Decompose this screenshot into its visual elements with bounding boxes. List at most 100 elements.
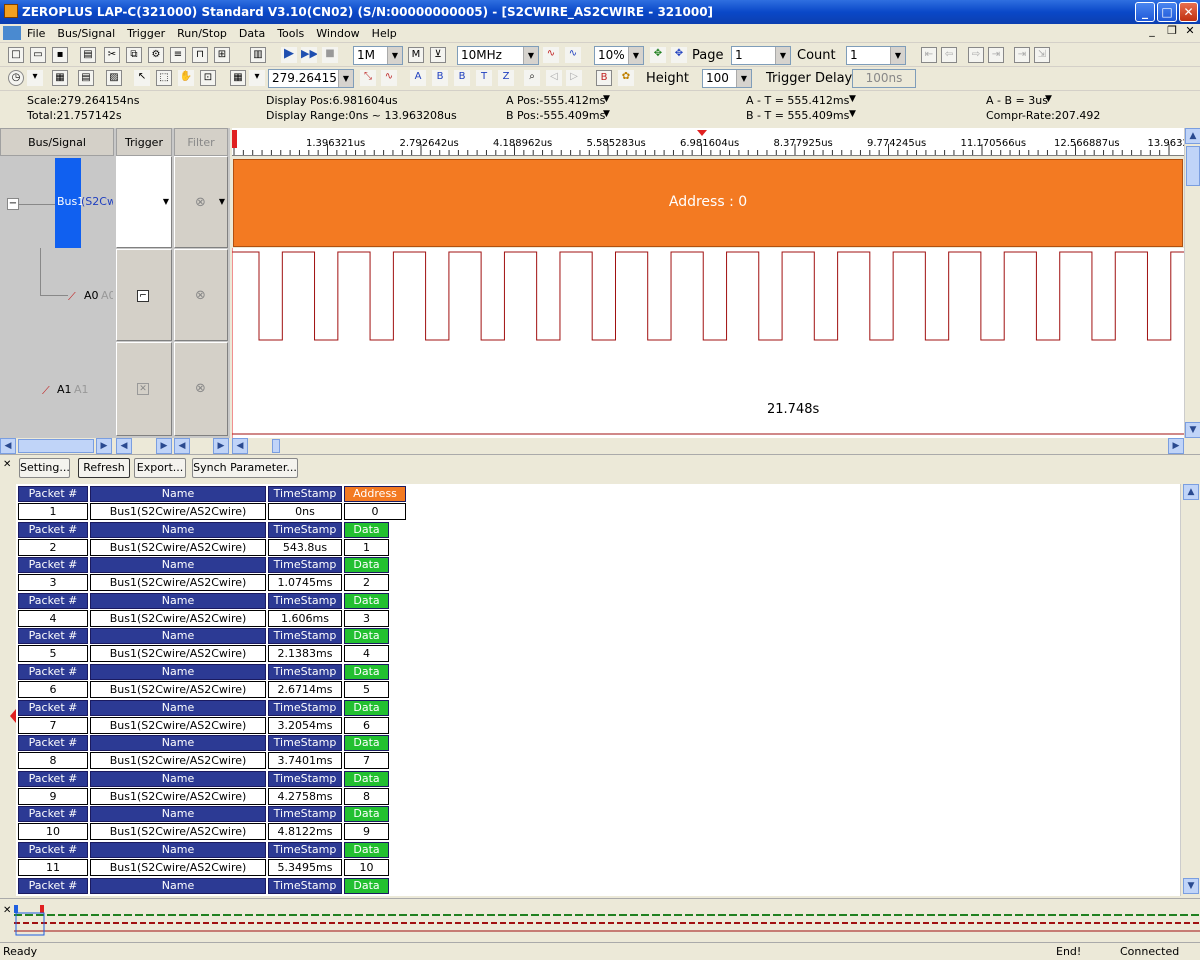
maximize-button[interactable]: □ xyxy=(1157,2,1177,22)
cursor-a-icon[interactable]: A xyxy=(410,70,426,86)
page-select[interactable]: 1 ▼ xyxy=(731,46,791,65)
collapse-toggle[interactable]: − xyxy=(7,198,19,210)
packet-row[interactable]: 7 Bus1(S2Cwire/AS2Cwire) 3.2054ms 6 xyxy=(18,716,391,734)
menu-run-stop[interactable]: Run/Stop xyxy=(171,27,233,40)
menu-tools[interactable]: Tools xyxy=(271,27,310,40)
cursor-t-icon[interactable]: B xyxy=(454,70,470,86)
packet-scroll-up-icon[interactable]: ▲ xyxy=(1183,484,1199,500)
scroll-thumb[interactable] xyxy=(1186,146,1200,186)
filter-cell-a0[interactable]: ⊗ xyxy=(174,249,228,341)
last-page-icon[interactable]: ⇥ xyxy=(1014,47,1030,63)
menu-data[interactable]: Data xyxy=(233,27,271,40)
menu-help[interactable]: Help xyxy=(366,27,403,40)
signal-icon[interactable]: ⊓ xyxy=(192,47,208,63)
wave-scroll-left-icon[interactable]: ◀ xyxy=(232,438,248,454)
trigger-cell-bus1[interactable]: ▼ xyxy=(116,156,172,248)
next-search-icon[interactable]: ⇥ xyxy=(988,47,1004,63)
bus-signal-header[interactable]: Bus/Signal xyxy=(0,128,114,156)
wave-hscroll-thumb[interactable] xyxy=(272,439,280,453)
scroll-down-icon[interactable]: ▼ xyxy=(1185,422,1200,438)
stop-icon[interactable]: ■ xyxy=(322,47,338,63)
count-select[interactable]: 1 ▼ xyxy=(846,46,906,65)
a-pos-dropdown-icon[interactable]: ▼ xyxy=(603,94,610,104)
repeat-run-icon[interactable]: ▶▶ xyxy=(301,47,317,63)
save-icon[interactable]: ▪ xyxy=(52,47,68,63)
mdi-minimize-button[interactable]: _ xyxy=(1144,24,1160,37)
open-folder-icon[interactable]: ▭ xyxy=(30,47,46,63)
packet-row[interactable]: 1 Bus1(S2Cwire/AS2Cwire) 0ns 0 xyxy=(18,503,408,520)
first-page-icon[interactable]: ⇤ xyxy=(921,47,937,63)
clock-wave2-icon[interactable]: ∿ xyxy=(565,47,581,63)
group-icon[interactable]: ⊞ xyxy=(214,47,230,63)
hand-icon[interactable]: ✋ xyxy=(178,70,194,86)
packet-row[interactable]: 6 Bus1(S2Cwire/AS2Cwire) 2.6714ms 5 xyxy=(18,681,391,698)
synch-parameter-button[interactable]: Synch Parameter... xyxy=(192,458,298,478)
packet-row[interactable]: 8 Bus1(S2Cwire/AS2Cwire) 3.7401ms 7 xyxy=(18,752,391,770)
clock-wave-icon[interactable]: ∿ xyxy=(543,47,559,63)
filter-cell-bus1[interactable]: ⊗ ▼ xyxy=(174,156,228,248)
packet-row[interactable]: 3 Bus1(S2Cwire/AS2Cwire) 1.0745ms 2 xyxy=(18,574,391,592)
memory-select[interactable]: 1M ▼ xyxy=(353,46,403,65)
print-icon[interactable]: ▤ xyxy=(80,47,96,63)
cursor-trig-icon[interactable]: T xyxy=(476,70,492,86)
filter-icon[interactable]: ⊻ xyxy=(430,47,446,63)
mdi-restore-button[interactable]: ❐ xyxy=(1164,24,1180,37)
export-button[interactable]: Export... xyxy=(134,458,186,478)
filter-cell-a1[interactable]: ⊗ xyxy=(174,342,228,436)
panel-close-icon[interactable]: ✕ xyxy=(3,459,11,470)
b-pos-dropdown-icon[interactable]: ▼ xyxy=(603,109,610,119)
minimize-button[interactable]: _ xyxy=(1135,2,1155,22)
find-icon[interactable]: ⌕ xyxy=(524,70,540,86)
grid-dropdown-icon[interactable]: ▾ xyxy=(249,70,265,86)
trigger-position-select[interactable]: 10% ▼ xyxy=(594,46,644,65)
bus1-waveform-band[interactable]: Address : 0 xyxy=(233,159,1183,247)
zoom-region-icon[interactable]: ⊡ xyxy=(200,70,216,86)
b-t-dropdown-icon[interactable]: ▼ xyxy=(849,109,856,119)
waveform-vscroll[interactable]: ▲ ▼ xyxy=(1184,128,1200,438)
packet-vscroll[interactable]: ▲ ▼ xyxy=(1180,484,1200,896)
trigger-delay-field[interactable]: 100ns xyxy=(852,69,916,88)
waveform-view-icon[interactable]: ▦ xyxy=(52,70,68,86)
menu-trigger[interactable]: Trigger xyxy=(121,27,171,40)
trigger-scroll-right-icon[interactable]: ▶ xyxy=(156,438,172,454)
packet-row[interactable]: 10 Bus1(S2Cwire/AS2Cwire) 4.8122ms 9 xyxy=(18,823,391,841)
page-end-icon[interactable]: ⇲ xyxy=(1034,47,1050,63)
trigger-scroll-left-icon[interactable]: ◀ xyxy=(116,438,132,454)
filter-scroll-right-icon[interactable]: ▶ xyxy=(213,438,229,454)
refresh-button[interactable]: Refresh xyxy=(78,458,130,478)
copy-icon[interactable]: ⧉ xyxy=(126,47,142,63)
device-icon[interactable]: ▥ xyxy=(250,47,266,63)
signal-hscroll-thumb[interactable] xyxy=(18,439,94,453)
bus-add-icon[interactable]: B xyxy=(596,70,612,86)
waveform-area[interactable]: 21.748s xyxy=(232,248,1184,438)
color-icon[interactable]: ✿ xyxy=(618,70,634,86)
scroll-up-icon[interactable]: ▲ xyxy=(1185,128,1200,144)
trigger-cell-a1[interactable]: ✕ xyxy=(116,342,172,436)
packet-row[interactable]: 5 Bus1(S2Cwire/AS2Cwire) 2.1383ms 4 xyxy=(18,645,391,663)
menu-file[interactable]: File xyxy=(21,27,51,40)
menu-window[interactable]: Window xyxy=(310,27,365,40)
scale-select[interactable]: 279.26415 ▼ xyxy=(268,69,354,88)
cut-icon[interactable]: ✂ xyxy=(104,47,120,63)
move-right-icon[interactable]: ✥ xyxy=(671,47,687,63)
cursor-b-icon[interactable]: B xyxy=(432,70,448,86)
timeline-ruler[interactable]: 1.396321us 2.792642us 4.188962us 5.585283us… xyxy=(232,128,1189,156)
zoom-in-icon[interactable]: ⤡ xyxy=(360,70,376,86)
cursor-z-icon[interactable]: Z xyxy=(498,70,514,86)
bus-icon[interactable]: ≡ xyxy=(170,47,186,63)
packet-scroll-down-icon[interactable]: ▼ xyxy=(1183,878,1199,894)
select-region-icon[interactable]: ⬚ xyxy=(156,70,172,86)
find-prev-icon[interactable]: ◁ xyxy=(546,70,562,86)
state-view-icon[interactable]: ▨ xyxy=(106,70,122,86)
trigger-cell-a0[interactable]: ⌐ xyxy=(116,249,172,341)
filter-header[interactable]: Filter xyxy=(174,128,228,156)
a0-label[interactable]: A0 xyxy=(84,289,99,302)
trigger-header[interactable]: Trigger xyxy=(116,128,172,156)
signal-scroll-right-icon[interactable]: ▶ xyxy=(96,438,112,454)
filter-scroll-left-icon[interactable]: ◀ xyxy=(174,438,190,454)
mdi-close-button[interactable]: ✕ xyxy=(1182,24,1198,37)
packet-row[interactable]: 4 Bus1(S2Cwire/AS2Cwire) 1.606ms 3 xyxy=(18,609,391,627)
zoom-out-icon[interactable]: ∿ xyxy=(381,70,397,86)
find-next-icon[interactable]: ▷ xyxy=(566,70,582,86)
a1-label[interactable]: A1 xyxy=(57,383,72,396)
